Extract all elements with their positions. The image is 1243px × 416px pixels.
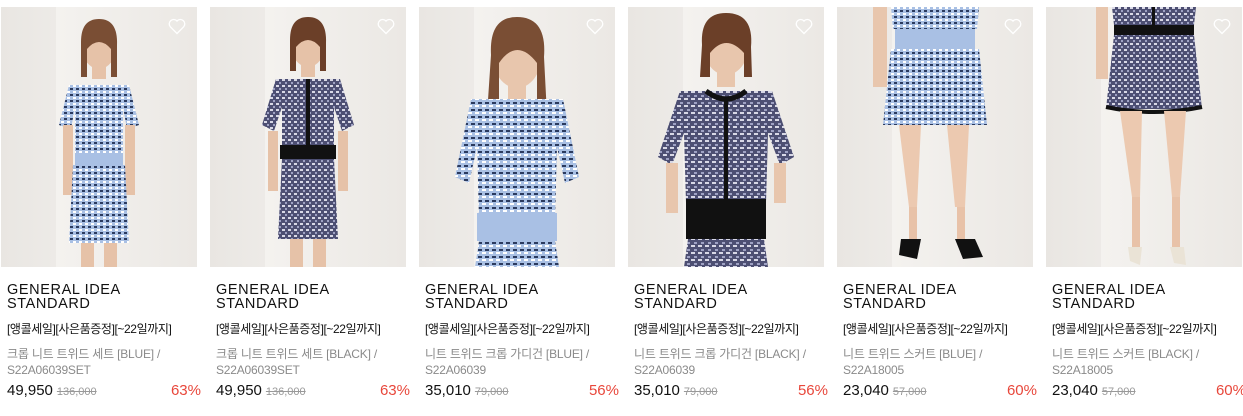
brand-name[interactable]: GENERAL IDEA STANDARD	[216, 283, 402, 312]
discount-rate: 60%	[1215, 382, 1243, 399]
product-card[interactable]: GENERAL IDEA STANDARD [앵콜세일][사은품증정][~22일까…	[419, 0, 619, 416]
product-card[interactable]: GENERAL IDEA STANDARD [앵콜세일][사은품증정][~22일까…	[837, 0, 1037, 416]
brand-name[interactable]: GENERAL IDEA STANDARD	[1052, 283, 1238, 312]
heart-outline-icon[interactable]	[167, 16, 187, 36]
promo-tag: [앵콜세일][사은품증정][~22일까지]	[425, 322, 590, 336]
original-price: 57,000	[1101, 386, 1136, 398]
original-price: 136,000	[56, 386, 97, 398]
price-row: 49,950 136,000 63%	[7, 382, 201, 402]
product-name[interactable]: 니트 트위드 크롭 가디건 [BLUE] / S22A06039	[425, 346, 617, 378]
heart-outline-icon[interactable]	[585, 16, 605, 36]
original-price: 57,000	[892, 386, 927, 398]
sale-price: 49,950	[216, 382, 262, 399]
brand-name[interactable]: GENERAL IDEA STANDARD	[7, 283, 193, 312]
product-image[interactable]	[1, 7, 197, 267]
product-card[interactable]: GENERAL IDEA STANDARD [앵콜세일][사은품증정][~22일까…	[628, 0, 828, 416]
heart-outline-icon[interactable]	[1212, 16, 1232, 36]
original-price: 136,000	[265, 386, 306, 398]
brand-name[interactable]: GENERAL IDEA STANDARD	[425, 283, 611, 312]
price-row: 49,950 136,000 63%	[216, 382, 410, 402]
product-card[interactable]: GENERAL IDEA STANDARD [앵콜세일][사은품증정][~22일까…	[1046, 0, 1243, 416]
price-row: 23,040 57,000 60%	[1052, 382, 1243, 402]
price-row: 23,040 57,000 60%	[843, 382, 1037, 402]
price-row: 35,010 79,000 56%	[425, 382, 619, 402]
promo-tag: [앵콜세일][사은품증정][~22일까지]	[634, 322, 799, 336]
product-name[interactable]: 니트 트위드 크롭 가디건 [BLACK] / S22A06039	[634, 346, 826, 378]
product-image[interactable]	[628, 7, 824, 267]
product-card[interactable]: GENERAL IDEA STANDARD [앵콜세일][사은품증정][~22일까…	[1, 0, 201, 416]
product-image[interactable]	[419, 7, 615, 267]
product-image[interactable]	[1046, 7, 1242, 267]
original-price: 79,000	[683, 386, 718, 398]
sale-price: 35,010	[425, 382, 471, 399]
promo-tag: [앵콜세일][사은품증정][~22일까지]	[843, 322, 1008, 336]
product-name[interactable]: 크롭 니트 트위드 세트 [BLUE] / S22A06039SET	[7, 346, 199, 378]
discount-rate: 56%	[588, 382, 619, 399]
discount-rate: 60%	[1006, 382, 1037, 399]
discount-rate: 56%	[797, 382, 828, 399]
product-name[interactable]: 니트 트위드 스커트 [BLUE] / S22A18005	[843, 346, 1035, 378]
sale-price: 23,040	[1052, 382, 1098, 399]
sale-price: 49,950	[7, 382, 53, 399]
product-name[interactable]: 크롭 니트 트위드 세트 [BLACK] / S22A06039SET	[216, 346, 408, 378]
discount-rate: 63%	[170, 382, 201, 399]
sale-price: 23,040	[843, 382, 889, 399]
heart-outline-icon[interactable]	[1003, 16, 1023, 36]
discount-rate: 63%	[379, 382, 410, 399]
product-image[interactable]	[210, 7, 406, 267]
product-card[interactable]: GENERAL IDEA STANDARD [앵콜세일][사은품증정][~22일까…	[210, 0, 410, 416]
original-price: 79,000	[474, 386, 509, 398]
product-grid: GENERAL IDEA STANDARD [앵콜세일][사은품증정][~22일까…	[0, 0, 1243, 416]
promo-tag: [앵콜세일][사은품증정][~22일까지]	[1052, 322, 1217, 336]
brand-name[interactable]: GENERAL IDEA STANDARD	[843, 283, 1029, 312]
product-name[interactable]: 니트 트위드 스커트 [BLACK] / S22A18005	[1052, 346, 1243, 378]
promo-tag: [앵콜세일][사은품증정][~22일까지]	[216, 322, 381, 336]
product-image[interactable]	[837, 7, 1033, 267]
heart-outline-icon[interactable]	[794, 16, 814, 36]
brand-name[interactable]: GENERAL IDEA STANDARD	[634, 283, 820, 312]
promo-tag: [앵콜세일][사은품증정][~22일까지]	[7, 322, 172, 336]
heart-outline-icon[interactable]	[376, 16, 396, 36]
sale-price: 35,010	[634, 382, 680, 399]
price-row: 35,010 79,000 56%	[634, 382, 828, 402]
